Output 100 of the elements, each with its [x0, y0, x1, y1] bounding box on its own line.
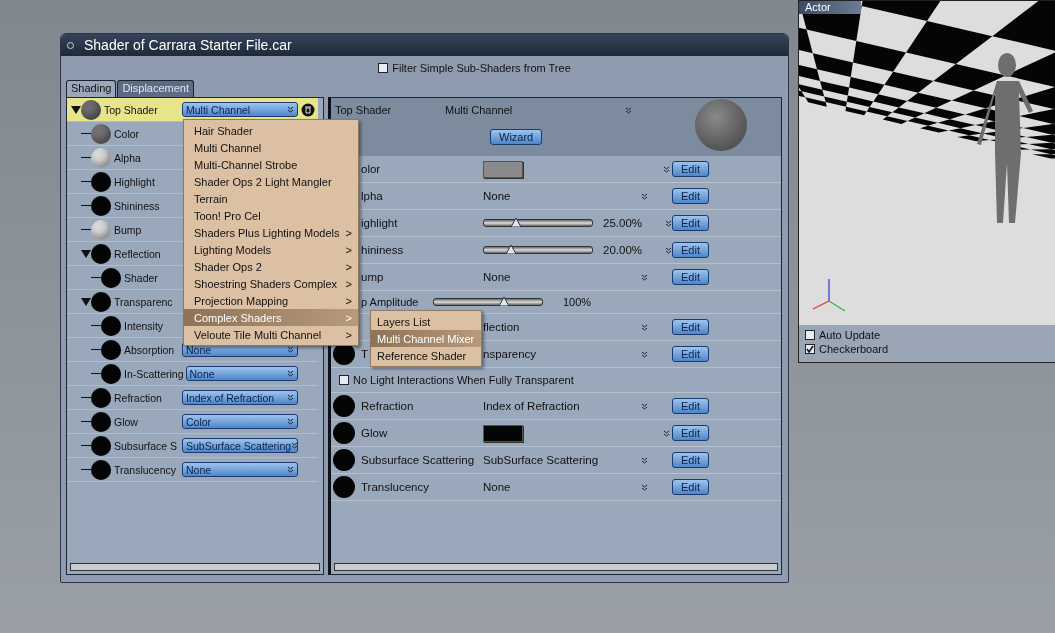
checkbox[interactable] — [339, 375, 349, 385]
chevron-icon — [641, 456, 648, 464]
channel-label: ighlight — [361, 217, 398, 229]
tab[interactable]: Displacement — [117, 80, 194, 97]
edit-button[interactable]: Edit — [672, 398, 709, 414]
checkbox[interactable] — [378, 63, 389, 73]
chevron-icon — [663, 165, 670, 173]
shader-dropdown[interactable]: Index of Refraction — [182, 390, 298, 405]
edit-button[interactable]: Edit — [672, 319, 709, 335]
menu-item[interactable]: Hair Shader — [184, 122, 358, 139]
tree-label: Subsurface S — [113, 439, 178, 452]
slider-thumb[interactable] — [511, 218, 522, 227]
menu-item[interactable]: Complex Shaders > — [184, 309, 358, 326]
slider-track[interactable] — [483, 246, 593, 254]
color-swatch[interactable] — [483, 160, 523, 178]
tree-row[interactable]: Glow Color — [67, 410, 318, 434]
channel-value[interactable]: Index of Refraction — [483, 400, 633, 412]
channel-value[interactable]: SubSurface Scattering — [483, 454, 633, 466]
shader-preview-sphere — [695, 99, 747, 151]
checkbox[interactable] — [805, 344, 815, 354]
edit-button[interactable]: Edit — [672, 188, 709, 204]
slider-track[interactable] — [433, 298, 543, 306]
channel-value[interactable]: nsparency — [483, 348, 633, 360]
chevron-icon — [663, 429, 670, 437]
header-label: Top Shader — [335, 104, 393, 116]
edit-button[interactable]: Edit — [672, 269, 709, 285]
edit-button[interactable]: Edit — [672, 161, 709, 177]
channel-value[interactable]: None — [483, 190, 633, 202]
checkmark-icon — [806, 345, 814, 353]
checkbox[interactable] — [805, 330, 815, 340]
tree-label: Top Shader — [103, 103, 158, 116]
menu-item[interactable]: Projection Mapping > — [184, 292, 358, 309]
shader-dropdown[interactable]: None — [182, 462, 298, 477]
tree-row[interactable]: Refraction Index of Refraction — [67, 386, 318, 410]
menu-item[interactable]: Shader Ops 2 Light Mangler — [184, 173, 358, 190]
channel-label: Subsurface Scattering — [361, 454, 475, 466]
menu-item[interactable]: Reference Shader — [371, 347, 481, 364]
menu-item[interactable]: Toon! Pro Cel — [184, 207, 358, 224]
channel-label: Refraction — [361, 400, 414, 412]
chevron-icon — [287, 418, 294, 425]
channel-value[interactable]: None — [483, 271, 633, 283]
chevron-icon — [287, 394, 294, 401]
channel-label: p Amplitude — [361, 296, 420, 308]
edit-button[interactable]: Edit — [672, 425, 709, 441]
shader-dropdown[interactable]: Multi Channel — [182, 102, 298, 117]
edit-button[interactable]: Edit — [672, 215, 709, 231]
menu-item[interactable]: Multi Channel Mixer — [371, 330, 481, 347]
edit-button[interactable]: Edit — [672, 479, 709, 495]
channel-label: hininess — [361, 244, 404, 256]
menu-item[interactable]: Layers List — [371, 313, 481, 330]
edit-button[interactable]: Edit — [672, 242, 709, 258]
channel-label: lpha — [361, 190, 383, 202]
checkbox-label: No Light Interactions When Fully Transparent — [353, 374, 574, 386]
window-title: Shader of Carrara Starter File.car — [84, 37, 292, 53]
expanded-triangle-icon[interactable] — [81, 297, 91, 306]
tree-row[interactable]: Top Shader Multi Channel — [67, 98, 318, 122]
tree-row[interactable]: In-Scattering None — [67, 362, 318, 386]
slider-thumb[interactable] — [505, 245, 516, 254]
axis-gizmo-icon — [812, 278, 846, 312]
slider-thumb[interactable] — [498, 297, 509, 306]
tree-row[interactable]: Subsurface S SubSurface Scattering — [67, 434, 318, 458]
tree-label: In-Scattering — [123, 367, 184, 380]
channel-label: Glow — [361, 427, 388, 439]
tree-label: Highlight — [113, 175, 155, 188]
horizontal-scrollbar[interactable] — [334, 563, 778, 571]
chevron-icon — [287, 106, 294, 113]
tab[interactable]: Shading — [66, 80, 117, 97]
menu-item[interactable]: Shader Ops 2 > — [184, 258, 358, 275]
menu-item[interactable]: Multi-Channel Strobe — [184, 156, 358, 173]
expanded-triangle-icon[interactable] — [71, 105, 81, 114]
tree-label: Alpha — [113, 151, 141, 164]
channel-value[interactable]: None — [483, 481, 633, 493]
chevron-icon — [641, 483, 648, 491]
edit-button[interactable]: Edit — [672, 452, 709, 468]
horizontal-scrollbar[interactable] — [70, 563, 320, 571]
color-swatch[interactable] — [483, 424, 523, 442]
shader-dropdown[interactable]: None — [185, 366, 298, 381]
expanded-triangle-icon[interactable] — [81, 249, 91, 258]
menu-item[interactable]: Terrain — [184, 190, 358, 207]
slider-track[interactable] — [483, 219, 593, 227]
tree-label: Color — [113, 127, 140, 140]
tree-label: Refraction — [113, 391, 162, 404]
shader-dropdown[interactable]: SubSurface Scattering — [182, 438, 298, 453]
chevron-icon — [287, 466, 294, 473]
header-value[interactable]: Multi Channel — [445, 104, 625, 116]
tree-label: Absorption — [123, 343, 175, 356]
channel-label: T — [361, 348, 369, 360]
menu-item[interactable]: Shoestring Shaders Complex > — [184, 275, 358, 292]
chevron-icon — [625, 106, 632, 114]
tree-label: Shader — [123, 271, 158, 284]
shader-dropdown[interactable]: Color — [182, 414, 298, 429]
menu-item[interactable]: Lighting Models > — [184, 241, 358, 258]
tree-row[interactable]: Translucency None — [67, 458, 318, 482]
trash-icon[interactable] — [301, 102, 315, 117]
edit-button[interactable]: Edit — [672, 346, 709, 362]
channel-value[interactable]: flection — [483, 321, 633, 333]
wizard-button[interactable]: Wizard — [490, 129, 543, 145]
chevron-icon — [641, 402, 648, 410]
menu-item[interactable]: Multi Channel — [184, 139, 358, 156]
menu-item[interactable]: Shaders Plus Lighting Models > — [184, 224, 358, 241]
